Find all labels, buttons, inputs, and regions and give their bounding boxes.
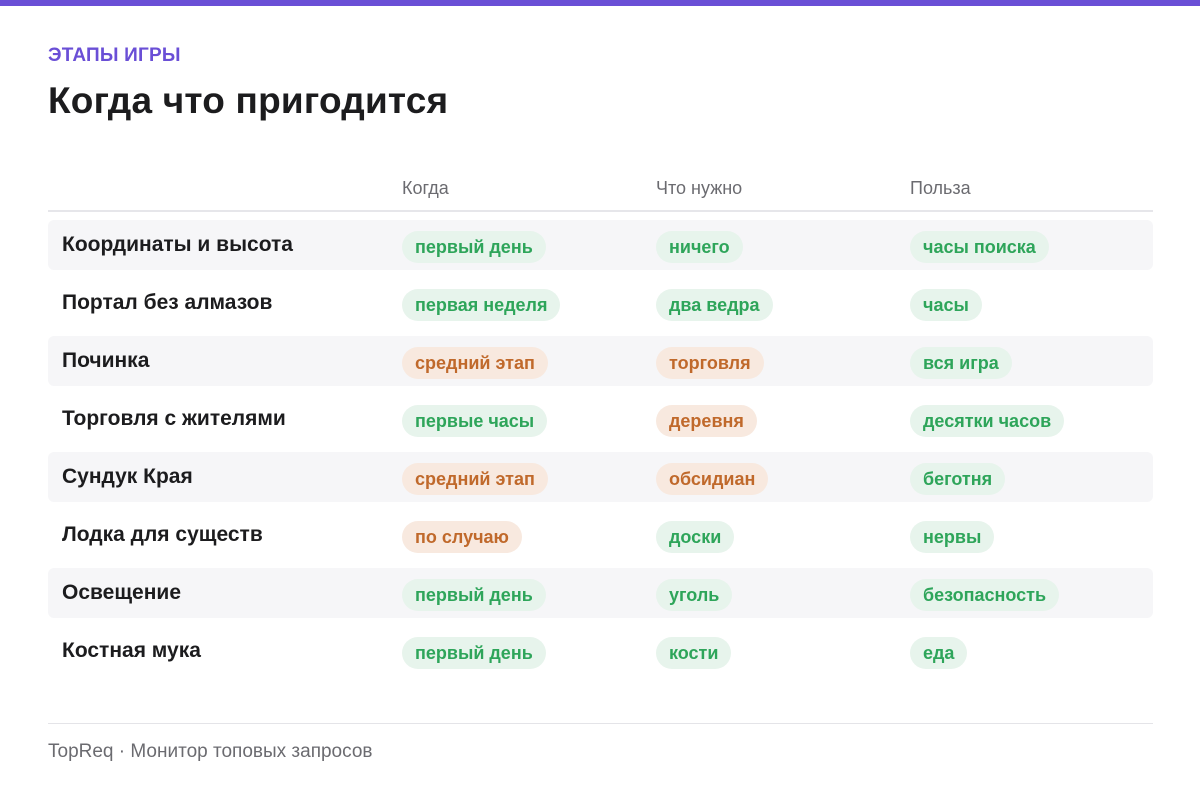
pill-need: уголь bbox=[656, 579, 733, 611]
row-label: Освещение bbox=[62, 581, 181, 604]
pill-need: обсидиан bbox=[656, 463, 769, 495]
column-header-benefit: Польза bbox=[910, 178, 971, 198]
column-header-when: Когда bbox=[402, 178, 449, 198]
table-row: Портал без алмазов первая неделя два ведра… bbox=[48, 278, 1153, 328]
pill-when: по случаю bbox=[402, 521, 522, 553]
row-label: Сундук Края bbox=[62, 465, 193, 488]
pill-when: первая неделя bbox=[402, 289, 561, 321]
row-label: Починка bbox=[62, 349, 150, 372]
row-label: Костная мука bbox=[62, 639, 201, 662]
table-body: Координаты и высота первый день ничего часы… bbox=[48, 212, 1153, 676]
pill-benefit: безопасность bbox=[910, 579, 1060, 611]
pill-need: доски bbox=[656, 521, 735, 553]
table-row: Освещение первый день уголь безопасность bbox=[48, 568, 1153, 618]
pill-when: первый день bbox=[402, 637, 546, 669]
row-label: Портал без алмазов bbox=[62, 291, 273, 314]
pill-when: средний этап bbox=[402, 347, 548, 379]
footer-credit: TopReq · Монитор топовых запросов bbox=[48, 741, 373, 762]
pill-need: кости bbox=[656, 637, 732, 669]
stages-table: Когда Что нужно Польза Координаты и высо… bbox=[48, 168, 1153, 684]
pill-benefit: беготня bbox=[910, 463, 1006, 495]
page-title: Когда что пригодится bbox=[48, 80, 449, 121]
pill-need: деревня bbox=[656, 405, 757, 437]
footer-divider bbox=[48, 723, 1153, 724]
section-eyebrow: ЭТАПЫ ИГРЫ bbox=[48, 45, 181, 66]
pill-need: ничего bbox=[656, 231, 743, 263]
pill-need: два ведра bbox=[656, 289, 773, 321]
pill-benefit: десятки часов bbox=[910, 405, 1065, 437]
table-header: Когда Что нужно Польза bbox=[48, 168, 1153, 212]
pill-benefit: вся игра bbox=[910, 347, 1012, 379]
table-row: Костная мука первый день кости еда bbox=[48, 626, 1153, 676]
pill-when: средний этап bbox=[402, 463, 548, 495]
pill-when: первый день bbox=[402, 579, 546, 611]
row-label: Лодка для существ bbox=[62, 523, 263, 546]
pill-benefit: нервы bbox=[910, 521, 995, 553]
row-label: Координаты и высота bbox=[62, 233, 293, 256]
pill-when: первый день bbox=[402, 231, 546, 263]
pill-need: торговля bbox=[656, 347, 764, 379]
pill-benefit: часы поиска bbox=[910, 231, 1049, 263]
table-row: Координаты и высота первый день ничего часы… bbox=[48, 220, 1153, 270]
table-row: Торговля с жителями первые часы деревня дес… bbox=[48, 394, 1153, 444]
top-accent-bar bbox=[0, 0, 1200, 6]
table-row: Сундук Края средний этап обсидиан беготня bbox=[48, 452, 1153, 502]
row-label: Торговля с жителями bbox=[62, 407, 286, 430]
pill-benefit: часы bbox=[910, 289, 982, 321]
pill-when: первые часы bbox=[402, 405, 548, 437]
pill-benefit: еда bbox=[910, 637, 968, 669]
table-row: Починка средний этап торговля вся игра bbox=[48, 336, 1153, 386]
column-header-need: Что нужно bbox=[656, 178, 743, 198]
table-row: Лодка для существ по случаю доски нервы bbox=[48, 510, 1153, 560]
